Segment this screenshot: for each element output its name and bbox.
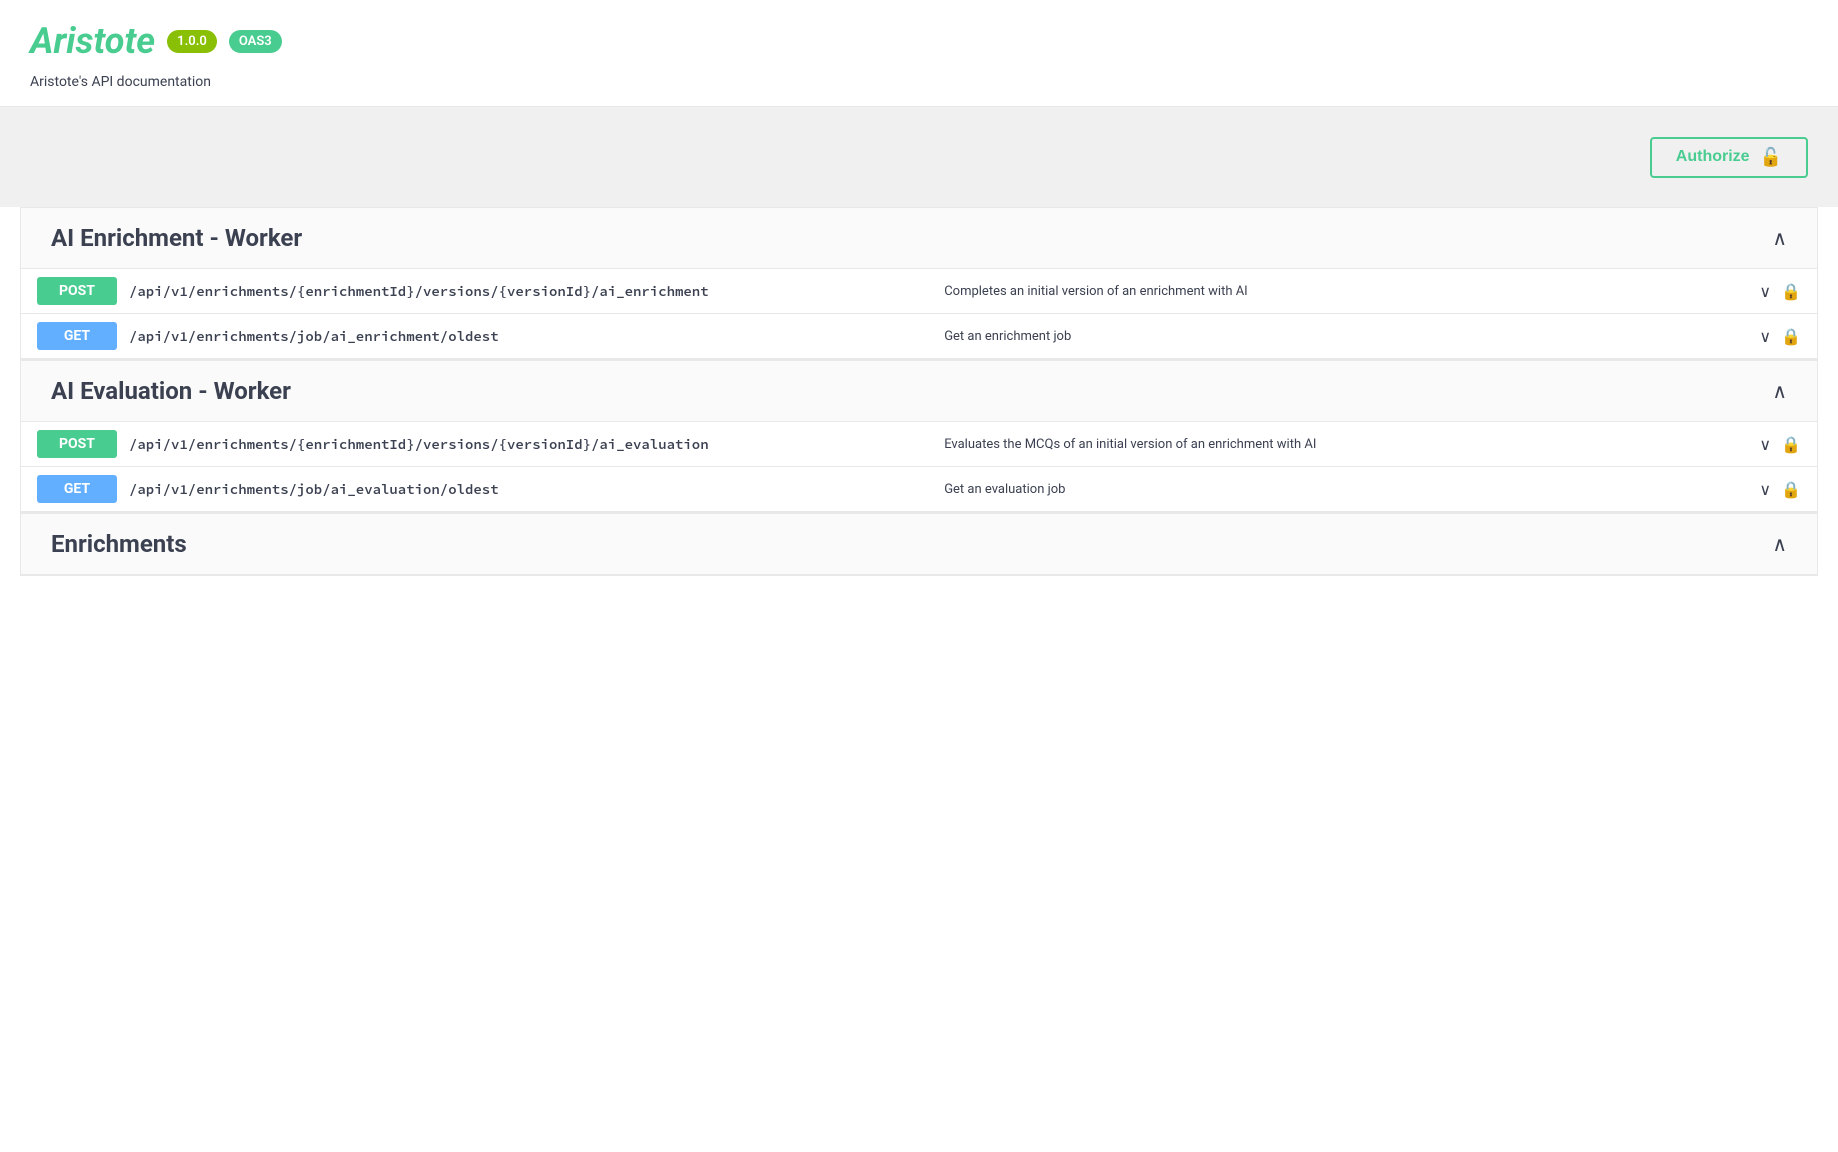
chevron-down-icon-eval-post: ∨ [1759, 435, 1771, 454]
lock-icon-post-ai-evaluation: 🔒 [1781, 435, 1801, 454]
authorize-label: Authorize [1676, 148, 1750, 166]
endpoint-actions-post-ai-enrichment: ∨ 🔒 [1759, 282, 1801, 301]
endpoint-get-ai-evaluation-job[interactable]: GET /api/v1/enrichments/job/ai_evaluatio… [21, 467, 1817, 512]
endpoint-path-ai-evaluation-post: /api/v1/enrichments/{enrichmentId}/versi… [129, 435, 932, 453]
chevron-up-icon-ai-enrichment: ∧ [1772, 226, 1787, 250]
lock-icon-get-ai-enrichment: 🔒 [1781, 327, 1801, 346]
section-header-enrichments[interactable]: Enrichments ∧ [21, 514, 1817, 575]
section-title-enrichments: Enrichments [51, 530, 187, 558]
oas-badge: OAS3 [229, 30, 282, 53]
method-badge-post: POST [37, 277, 117, 305]
endpoint-summary-ai-enrichment-get: Get an enrichment job [944, 329, 1747, 344]
method-badge-post-eval: POST [37, 430, 117, 458]
endpoint-summary-ai-enrichment-post: Completes an initial version of an enric… [944, 284, 1747, 299]
auth-section: Authorize 🔓 [0, 107, 1838, 207]
section-header-ai-evaluation[interactable]: AI Evaluation - Worker ∧ [21, 361, 1817, 422]
lock-open-icon: 🔓 [1760, 147, 1782, 168]
chevron-up-icon-ai-evaluation: ∧ [1772, 379, 1787, 403]
endpoint-get-ai-enrichment-job[interactable]: GET /api/v1/enrichments/job/ai_enrichmen… [21, 314, 1817, 359]
chevron-down-icon-get: ∨ [1759, 327, 1771, 346]
chevron-up-icon-enrichments: ∧ [1772, 532, 1787, 556]
endpoint-post-ai-evaluation[interactable]: POST /api/v1/enrichments/{enrichmentId}/… [21, 422, 1817, 467]
section-ai-evaluation-worker: AI Evaluation - Worker ∧ POST /api/v1/en… [20, 360, 1818, 513]
header: Aristote 1.0.0 OAS3 Aristote's API docum… [0, 0, 1838, 107]
authorize-button[interactable]: Authorize 🔓 [1650, 137, 1808, 178]
lock-icon-get-ai-evaluation: 🔒 [1781, 480, 1801, 499]
endpoint-summary-ai-evaluation-post: Evaluates the MCQs of an initial version… [944, 437, 1747, 452]
app-title: Aristote [30, 20, 155, 62]
sections-container: AI Enrichment - Worker ∧ POST /api/v1/en… [0, 207, 1838, 576]
lock-icon-post-ai-enrichment: 🔒 [1781, 282, 1801, 301]
endpoint-actions-post-ai-evaluation: ∨ 🔒 [1759, 435, 1801, 454]
endpoint-path-ai-enrichment-post: /api/v1/enrichments/{enrichmentId}/versi… [129, 282, 932, 300]
chevron-down-icon: ∨ [1759, 282, 1771, 301]
section-header-ai-enrichment[interactable]: AI Enrichment - Worker ∧ [21, 208, 1817, 269]
version-badge: 1.0.0 [167, 30, 217, 53]
endpoint-path-ai-enrichment-get: /api/v1/enrichments/job/ai_enrichment/ol… [129, 327, 932, 345]
endpoint-path-ai-evaluation-get: /api/v1/enrichments/job/ai_evaluation/ol… [129, 480, 932, 498]
section-ai-enrichment-worker: AI Enrichment - Worker ∧ POST /api/v1/en… [20, 207, 1818, 360]
app-description: Aristote's API documentation [30, 74, 1808, 90]
method-badge-get: GET [37, 322, 117, 350]
section-title-ai-enrichment: AI Enrichment - Worker [51, 224, 302, 252]
endpoint-actions-get-ai-evaluation: ∨ 🔒 [1759, 480, 1801, 499]
section-enrichments: Enrichments ∧ [20, 513, 1818, 576]
endpoint-actions-get-ai-enrichment: ∨ 🔒 [1759, 327, 1801, 346]
method-badge-get-eval: GET [37, 475, 117, 503]
chevron-down-icon-eval-get: ∨ [1759, 480, 1771, 499]
endpoint-summary-ai-evaluation-get: Get an evaluation job [944, 482, 1747, 497]
section-title-ai-evaluation: AI Evaluation - Worker [51, 377, 291, 405]
endpoint-post-ai-enrichment[interactable]: POST /api/v1/enrichments/{enrichmentId}/… [21, 269, 1817, 314]
